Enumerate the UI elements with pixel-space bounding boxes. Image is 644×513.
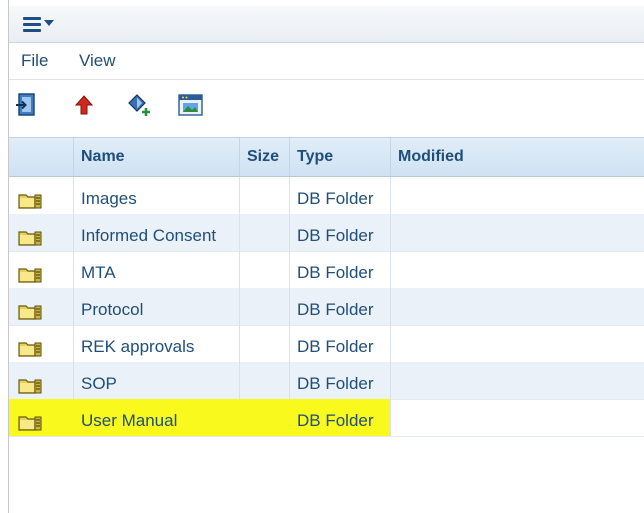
- cell-size: [240, 214, 290, 251]
- folder-cell[interactable]: [9, 251, 74, 288]
- cell-size: [240, 362, 290, 399]
- table-header: Name Size Type Modified: [9, 137, 644, 177]
- cell-modified: [391, 288, 644, 325]
- table-row[interactable]: Protocol DB Folder: [9, 288, 644, 326]
- folder-cell[interactable]: [9, 288, 74, 325]
- db-folder-icon: [18, 331, 42, 357]
- cell-modified: [391, 399, 644, 436]
- folder-cell[interactable]: [9, 362, 74, 399]
- cell-name[interactable]: Informed Consent: [74, 214, 240, 251]
- column-header-name[interactable]: Name: [74, 138, 240, 176]
- cell-type: DB Folder: [290, 399, 391, 436]
- table-row[interactable]: MTA DB Folder: [9, 251, 644, 289]
- toolbar: [9, 80, 644, 134]
- table-row[interactable]: REK approvals DB Folder: [9, 325, 644, 363]
- db-folder-icon: [18, 405, 42, 431]
- add-item-icon[interactable]: [126, 92, 152, 118]
- menu-bar: File View: [9, 43, 644, 80]
- db-folder-icon: [18, 368, 42, 394]
- exit-door-icon[interactable]: [14, 92, 40, 118]
- cell-modified: [391, 362, 644, 399]
- up-arrow-icon[interactable]: [71, 92, 97, 118]
- cell-size: [240, 177, 290, 214]
- menu-file[interactable]: File: [21, 51, 48, 71]
- cell-name[interactable]: MTA: [74, 251, 240, 288]
- hamburger-menu-icon[interactable]: [23, 17, 54, 33]
- db-folder-icon: [18, 257, 42, 283]
- cell-type: DB Folder: [290, 325, 391, 362]
- top-bar: [9, 6, 644, 43]
- column-header-size[interactable]: Size: [240, 138, 290, 176]
- cell-type: DB Folder: [290, 288, 391, 325]
- cell-size: [240, 325, 290, 362]
- folder-cell[interactable]: [9, 214, 74, 251]
- cell-modified: [391, 177, 644, 214]
- table-row[interactable]: Informed Consent DB Folder: [9, 214, 644, 252]
- folder-cell[interactable]: [9, 177, 74, 214]
- cell-modified: [391, 251, 644, 288]
- cell-size: [240, 399, 290, 436]
- db-folder-icon: [18, 220, 42, 246]
- cell-name[interactable]: SOP: [74, 362, 240, 399]
- chevron-down-icon: [44, 20, 54, 26]
- db-folder-icon: [18, 183, 42, 209]
- column-header-modified[interactable]: Modified: [391, 138, 644, 176]
- cell-type: DB Folder: [290, 251, 391, 288]
- table-row[interactable]: User Manual DB Folder: [9, 399, 644, 437]
- table-row[interactable]: Images DB Folder: [9, 177, 644, 215]
- folder-cell[interactable]: [9, 399, 74, 436]
- column-header-icon[interactable]: [9, 138, 74, 176]
- cell-name[interactable]: Protocol: [74, 288, 240, 325]
- cell-size: [240, 288, 290, 325]
- cell-type: DB Folder: [290, 214, 391, 251]
- menu-view[interactable]: View: [79, 51, 116, 71]
- cell-modified: [391, 325, 644, 362]
- cell-type: DB Folder: [290, 177, 391, 214]
- window-image-icon[interactable]: [177, 92, 203, 118]
- cell-name[interactable]: REK approvals: [74, 325, 240, 362]
- cell-name[interactable]: Images: [74, 177, 240, 214]
- file-list-table: Name Size Type Modified Images DB Folder I…: [9, 137, 644, 513]
- table-row[interactable]: SOP DB Folder: [9, 362, 644, 400]
- cell-name[interactable]: User Manual: [74, 399, 240, 436]
- cell-modified: [391, 214, 644, 251]
- folder-cell[interactable]: [9, 325, 74, 362]
- db-folder-icon: [18, 294, 42, 320]
- column-header-type[interactable]: Type: [290, 138, 391, 176]
- cell-type: DB Folder: [290, 362, 391, 399]
- cell-size: [240, 251, 290, 288]
